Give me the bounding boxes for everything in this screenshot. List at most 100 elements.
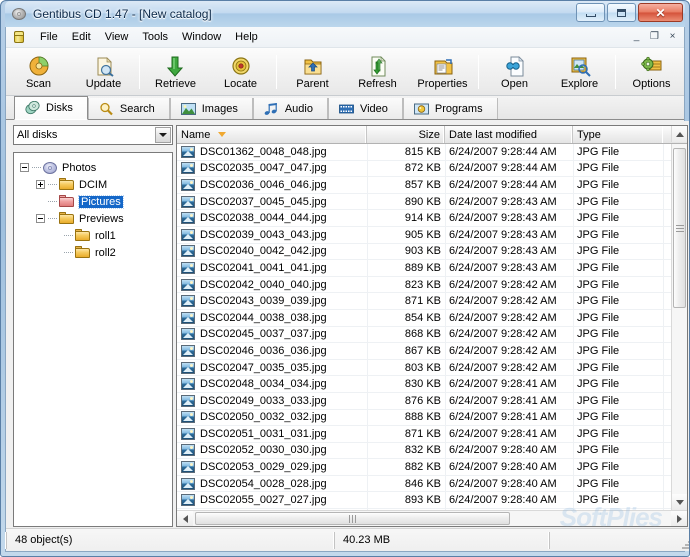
tree-node-pictures[interactable]: Pictures bbox=[20, 193, 172, 210]
update-button[interactable]: Update bbox=[71, 51, 136, 95]
update-button-label: Update bbox=[85, 78, 122, 90]
cell-type: JPG File bbox=[577, 394, 620, 407]
title-bar[interactable]: Gentibus CD 1.47 - [New catalog] ✕ bbox=[5, 1, 685, 27]
mdi-minimize-button[interactable]: _ bbox=[628, 29, 645, 44]
menu-item-tools[interactable]: Tools bbox=[135, 28, 175, 46]
cell-size: 832 KB bbox=[404, 444, 441, 457]
table-row[interactable]: DSC02055_0027_027.jpg 893 KB 6/24/2007 9:2… bbox=[177, 492, 671, 510]
image-file-icon bbox=[181, 212, 195, 225]
maximize-button[interactable] bbox=[607, 3, 636, 22]
tab-audio[interactable]: Audio bbox=[252, 98, 328, 119]
tree-node-photos[interactable]: Photos bbox=[20, 159, 172, 176]
options-button-label: Options bbox=[632, 78, 671, 90]
refresh-button[interactable]: Refresh bbox=[345, 51, 410, 95]
cell-type: JPG File bbox=[577, 261, 620, 274]
locate-button[interactable]: Locate bbox=[208, 51, 273, 95]
collapse-expander-icon[interactable] bbox=[20, 163, 29, 172]
table-row[interactable]: DSC02053_0029_029.jpg 882 KB 6/24/2007 9:2… bbox=[177, 459, 671, 476]
table-row[interactable]: DSC02037_0045_045.jpg 890 KB 6/24/2007 9:2… bbox=[177, 194, 671, 211]
mdi-close-button[interactable]: × bbox=[664, 29, 681, 44]
column-header-name[interactable]: Name bbox=[177, 126, 367, 143]
cell-date: 6/24/2007 9:28:40 AM bbox=[449, 461, 557, 474]
cell-name: DSC02037_0045_045.jpg bbox=[177, 195, 367, 208]
folder-tree[interactable]: Photos DCIM Pictures Previews roll1 roll… bbox=[13, 152, 173, 527]
vscroll-track[interactable] bbox=[672, 144, 687, 494]
file-list[interactable]: Name Size Date last modified Type DSC013… bbox=[176, 125, 688, 527]
cell-name: DSC02045_0037_037.jpg bbox=[177, 328, 367, 341]
tree-node-dcim[interactable]: DCIM bbox=[20, 176, 172, 193]
cell-name: DSC02052_0030_030.jpg bbox=[177, 444, 367, 457]
tree-node-roll2[interactable]: roll2 bbox=[20, 244, 172, 261]
table-row[interactable]: DSC02040_0042_042.jpg 903 KB 6/24/2007 9:2… bbox=[177, 244, 671, 261]
close-button[interactable]: ✕ bbox=[638, 3, 683, 22]
hscroll-left-arrow[interactable] bbox=[177, 511, 193, 526]
explore-button[interactable]: Explore bbox=[547, 51, 612, 95]
retrieve-button[interactable]: Retrieve bbox=[143, 51, 208, 95]
vscroll-thumb[interactable] bbox=[673, 148, 686, 308]
column-header-date[interactable]: Date last modified bbox=[445, 126, 573, 143]
menu-item-window[interactable]: Window bbox=[175, 28, 228, 46]
horizontal-scrollbar[interactable] bbox=[177, 510, 687, 526]
chevron-down-icon[interactable] bbox=[155, 127, 171, 143]
tab-images[interactable]: Images bbox=[169, 98, 253, 119]
column-header-size[interactable]: Size bbox=[367, 126, 445, 143]
vertical-scrollbar[interactable] bbox=[671, 144, 687, 510]
vscroll-up-arrow-header[interactable] bbox=[671, 126, 687, 142]
table-row[interactable]: DSC02049_0033_033.jpg 876 KB 6/24/2007 9:2… bbox=[177, 393, 671, 410]
hscroll-thumb[interactable] bbox=[195, 512, 510, 525]
table-row[interactable]: DSC02045_0037_037.jpg 868 KB 6/24/2007 9:2… bbox=[177, 327, 671, 344]
options-button[interactable]: Options bbox=[619, 51, 684, 95]
table-row[interactable]: DSC02039_0043_043.jpg 905 KB 6/24/2007 9:2… bbox=[177, 227, 671, 244]
cell-type: JPG File bbox=[577, 178, 620, 191]
menu-item-help[interactable]: Help bbox=[228, 28, 265, 46]
scan-button[interactable]: Scan bbox=[6, 51, 71, 95]
tab-programs[interactable]: Programs bbox=[402, 98, 498, 119]
cell-name-label: DSC02046_0036_036.jpg bbox=[200, 344, 327, 357]
catalog-icon[interactable] bbox=[11, 29, 27, 45]
properties-button[interactable]: Properties bbox=[410, 51, 475, 95]
column-header-type[interactable]: Type bbox=[573, 126, 663, 143]
parent-button[interactable]: Parent bbox=[280, 51, 345, 95]
collapse-expander-icon[interactable] bbox=[36, 214, 45, 223]
tab-video[interactable]: Video bbox=[327, 98, 403, 119]
table-row[interactable]: DSC02054_0028_028.jpg 846 KB 6/24/2007 9:2… bbox=[177, 476, 671, 493]
tab-search[interactable]: Search bbox=[87, 98, 170, 119]
vscroll-down-arrow[interactable] bbox=[672, 494, 687, 510]
table-row[interactable]: DSC02043_0039_039.jpg 871 KB 6/24/2007 9:2… bbox=[177, 293, 671, 310]
table-row[interactable]: DSC02041_0041_041.jpg 889 KB 6/24/2007 9:2… bbox=[177, 260, 671, 277]
disk-selector-combobox[interactable]: All disks bbox=[13, 125, 173, 145]
table-row[interactable]: DSC02042_0040_040.jpg 823 KB 6/24/2007 9:2… bbox=[177, 277, 671, 294]
file-list-rows[interactable]: DSC01362_0048_048.jpg 815 KB 6/24/2007 9:2… bbox=[177, 144, 671, 510]
resize-grip-icon[interactable] bbox=[680, 537, 689, 549]
table-row[interactable]: DSC02044_0038_038.jpg 854 KB 6/24/2007 9:2… bbox=[177, 310, 671, 327]
menu-item-view[interactable]: View bbox=[98, 28, 136, 46]
table-row[interactable]: DSC02035_0047_047.jpg 872 KB 6/24/2007 9:2… bbox=[177, 161, 671, 178]
table-row[interactable]: DSC02052_0030_030.jpg 832 KB 6/24/2007 9:2… bbox=[177, 443, 671, 460]
tab-disks-label: Disks bbox=[46, 102, 73, 114]
hscroll-right-arrow[interactable] bbox=[671, 511, 687, 526]
open-button[interactable]: Open bbox=[482, 51, 547, 95]
minimize-button[interactable] bbox=[576, 3, 605, 22]
table-row[interactable]: DSC02056_0026_026.jpg856 KB6/24/2007 9:2… bbox=[177, 509, 671, 510]
table-row[interactable]: DSC02047_0035_035.jpg 803 KB 6/24/2007 9:2… bbox=[177, 360, 671, 377]
table-row[interactable]: DSC01362_0048_048.jpg 815 KB 6/24/2007 9:2… bbox=[177, 144, 671, 161]
table-row[interactable]: DSC02048_0034_034.jpg 830 KB 6/24/2007 9:2… bbox=[177, 376, 671, 393]
table-row[interactable]: DSC02050_0032_032.jpg 888 KB 6/24/2007 9:2… bbox=[177, 410, 671, 427]
tree-node-roll1[interactable]: roll1 bbox=[20, 227, 172, 244]
table-row[interactable]: DSC02046_0036_036.jpg 867 KB 6/24/2007 9:2… bbox=[177, 343, 671, 360]
cell-type: JPG File bbox=[577, 477, 620, 490]
tab-disks[interactable]: Disks bbox=[14, 96, 88, 120]
table-row[interactable]: DSC02036_0046_046.jpg 857 KB 6/24/2007 9:2… bbox=[177, 177, 671, 194]
menu-item-file[interactable]: File bbox=[33, 28, 65, 46]
image-file-icon bbox=[181, 162, 195, 175]
table-row[interactable]: DSC02038_0044_044.jpg 914 KB 6/24/2007 9:2… bbox=[177, 210, 671, 227]
mdi-restore-button[interactable]: ❐ bbox=[646, 29, 663, 44]
cell-size: 903 KB bbox=[404, 245, 441, 258]
cell-date: 6/24/2007 9:28:42 AM bbox=[449, 311, 557, 324]
hscroll-track[interactable] bbox=[193, 511, 671, 526]
expand-expander-icon[interactable] bbox=[36, 180, 45, 189]
table-row[interactable]: DSC02051_0031_031.jpg 871 KB 6/24/2007 9:2… bbox=[177, 426, 671, 443]
menu-item-edit[interactable]: Edit bbox=[65, 28, 98, 46]
tree-node-previews[interactable]: Previews bbox=[20, 210, 172, 227]
cell-size: 914 KB bbox=[404, 212, 441, 225]
